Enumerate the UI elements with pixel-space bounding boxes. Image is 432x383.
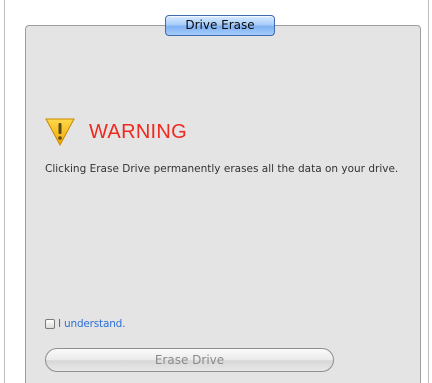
window-left-edge xyxy=(0,0,5,383)
drive-erase-window: Drive Erase WARNING Clicking Erase Drive… xyxy=(0,0,432,383)
warning-message: Clicking Erase Drive permanently erases … xyxy=(45,163,399,175)
understand-row[interactable]: I understand. xyxy=(45,318,125,330)
erase-drive-button[interactable]: Erase Drive xyxy=(45,348,334,372)
warning-title: WARNING xyxy=(89,120,188,143)
warning-header: WARNING xyxy=(45,117,187,147)
understand-checkbox[interactable] xyxy=(45,319,55,329)
understand-label[interactable]: I understand. xyxy=(58,318,125,330)
warning-triangle-icon xyxy=(45,118,75,146)
tab-drive-erase[interactable]: Drive Erase xyxy=(165,15,275,36)
window-right-edge xyxy=(428,0,432,383)
